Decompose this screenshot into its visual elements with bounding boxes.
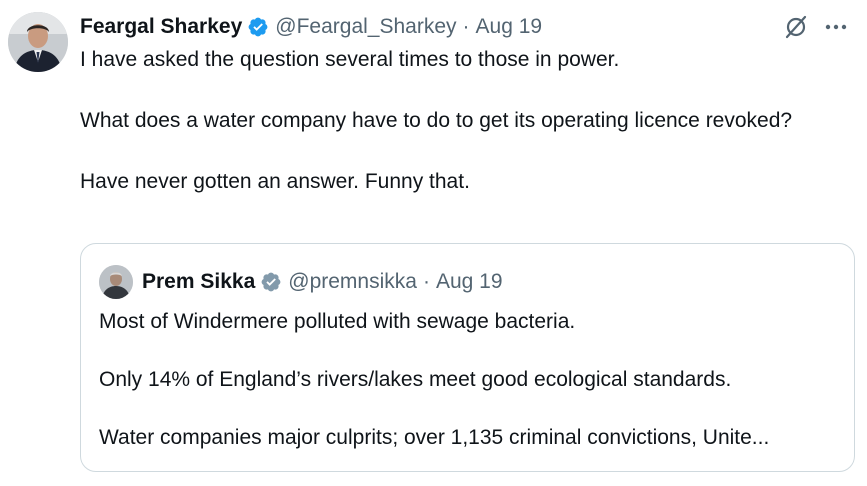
quoted-paragraph: Most of Windermere polluted with sewage … xyxy=(99,310,576,333)
author-name[interactable]: Feargal Sharkey xyxy=(80,12,242,42)
tweet-paragraph: I have asked the question several times … xyxy=(80,48,620,71)
tweet: Feargal Sharkey @Feargal_Sharkey · Aug 1… xyxy=(0,0,867,486)
author-handle[interactable]: @Feargal_Sharkey xyxy=(275,12,456,42)
quoted-tweet-header: Prem Sikka @premnsikka · Aug 19 xyxy=(99,265,503,299)
tweet-paragraph: What does a water company have to do to … xyxy=(80,109,793,132)
tweet-date[interactable]: Aug 19 xyxy=(476,12,543,42)
author-avatar[interactable] xyxy=(8,12,68,72)
grok-icon[interactable] xyxy=(783,14,809,40)
tweet-text: I have asked the question several times … xyxy=(80,44,840,197)
quoted-tweet[interactable]: Prem Sikka @premnsikka · Aug 19 Most of … xyxy=(80,243,855,472)
quoted-author-handle: @premnsikka xyxy=(288,270,417,293)
quoted-author-name: Prem Sikka xyxy=(142,270,256,293)
quoted-tweet-text: Most of Windermere polluted with sewage … xyxy=(99,306,839,453)
tweet-header: Feargal Sharkey @Feargal_Sharkey · Aug 1… xyxy=(80,12,542,42)
quoted-author-avatar xyxy=(99,265,133,299)
quoted-paragraph: Water companies major culprits; over 1,1… xyxy=(99,426,770,449)
tweet-paragraph: Have never gotten an answer. Funny that. xyxy=(80,170,470,193)
more-options-icon[interactable] xyxy=(823,14,849,40)
tweet-actions xyxy=(783,14,849,40)
verified-badge-icon xyxy=(247,16,269,38)
quoted-tweet-date: Aug 19 xyxy=(435,270,503,293)
quoted-verified-badge-icon xyxy=(260,271,282,293)
quoted-separator-dot: · xyxy=(422,270,430,293)
quoted-paragraph: Only 14% of England’s rivers/lakes meet … xyxy=(99,368,732,391)
separator-dot: · xyxy=(462,15,470,38)
